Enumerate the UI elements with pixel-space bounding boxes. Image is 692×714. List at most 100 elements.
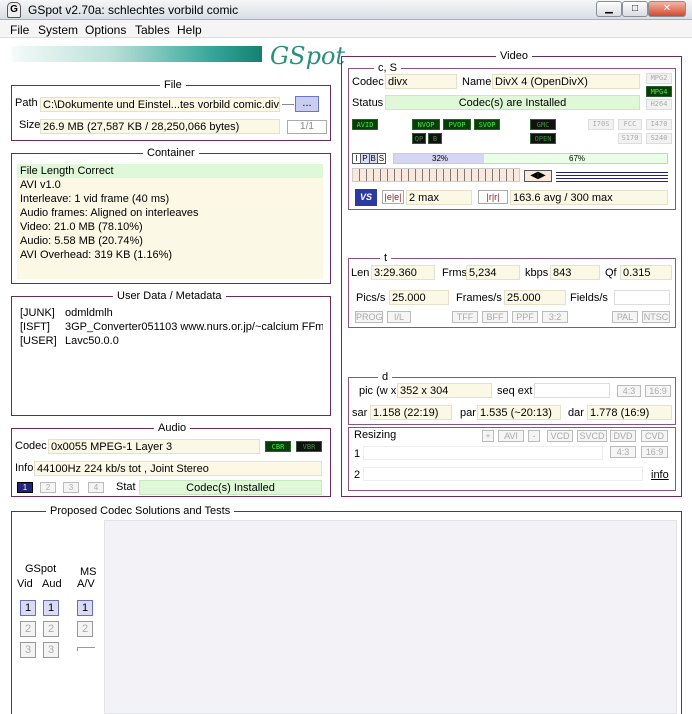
frame-type-p: P <box>361 154 370 163</box>
flag-b: B <box>428 133 442 144</box>
flag-pvop: PVOP <box>443 119 471 130</box>
ppf-button[interactable]: PPF <box>512 311 538 323</box>
audio-info-field: 44100Hz 224 kb/s tot , Joint Stereo <box>34 461 322 476</box>
fields-field <box>614 290 670 305</box>
resize-cvd-button[interactable]: CVD <box>641 430 668 442</box>
resize-dvd-button[interactable]: DVD <box>610 430 636 442</box>
gspot-logo: GSpot <box>270 42 346 70</box>
len-field: 3:29.360 <box>371 265 435 280</box>
userdata-list[interactable]: [JUNK] odmldmlh [ISFT] 3GP_Converter051103… <box>17 306 323 410</box>
bff-button[interactable]: BFF <box>482 311 508 323</box>
logo-gradient-bar <box>12 46 262 62</box>
sar-label: sar <box>352 407 368 419</box>
video-codec-field: divx <box>385 74 457 89</box>
info-link[interactable]: info <box>651 469 669 481</box>
codec-subpanel-title: c, S <box>374 62 401 74</box>
menu-system[interactable]: System <box>38 23 78 37</box>
vid-test-1-button[interactable]: 1 <box>20 600 36 616</box>
frame-type-s: S <box>378 154 385 163</box>
audio-stream-tab-1[interactable]: 1 <box>17 482 33 493</box>
aud-test-2-button[interactable]: 2 <box>43 621 59 637</box>
interlaced-button[interactable]: I/L <box>387 311 411 323</box>
maximize-button[interactable]: □ <box>622 1 648 17</box>
vbr-indicator: VBR <box>296 441 322 452</box>
frms-field: 5,234 <box>466 265 520 280</box>
container-info-box: File Length Correct AVI v1.0 Interleave:… <box>17 164 323 279</box>
close-button[interactable]: ✕ <box>648 1 686 17</box>
sar-field: 1.158 (22:19) <box>370 405 452 420</box>
vid-test-3-button[interactable]: 3 <box>20 642 36 658</box>
dims-ar-4-3[interactable]: 4:3 <box>617 385 641 397</box>
resize-minus-button[interactable]: - <box>528 430 540 442</box>
qf-field: 0.315 <box>620 265 672 280</box>
container-panel-title: Container <box>143 147 199 159</box>
menu-bar: File System Options Tables Help <box>0 20 692 38</box>
ntsc-button[interactable]: NTSC <box>642 311 670 323</box>
par-label: par <box>460 407 476 419</box>
audio-stream-tab-2[interactable]: 2 <box>40 482 56 493</box>
vid-col-label: Vid <box>17 578 33 590</box>
resize-ar-4-3[interactable]: 4:3 <box>610 446 636 458</box>
ms-test-1-button[interactable]: 1 <box>77 600 93 616</box>
frame-type-indicators: I P B S <box>352 153 386 164</box>
dims-ar-16-9[interactable]: 16:9 <box>645 385 671 397</box>
frame-scroll-icon[interactable]: ◀▶ <box>524 170 552 182</box>
frame-ratio-b-pct: 67% <box>569 154 586 163</box>
bitrate-icon: |r|r| <box>478 190 508 204</box>
aud-test-3-button[interactable]: 3 <box>43 642 59 658</box>
menu-file[interactable]: File <box>10 23 29 37</box>
ms-test-3-placeholder <box>77 647 95 651</box>
fmt-mpg2: MPG2 <box>646 73 672 84</box>
frames-field: 25.000 <box>504 290 566 305</box>
userdata-value: 3GP_Converter051103 www.nurs.or.jp/~calc… <box>65 321 323 333</box>
audio-stream-tab-4[interactable]: 4 <box>88 482 104 493</box>
len-label: Len <box>351 267 370 279</box>
resize-svcd-button[interactable]: SVCD <box>577 430 607 442</box>
fields-label: Fields/s <box>570 292 608 304</box>
window-title: GSpot v2.70a: schlechtes vorbild comic <box>28 3 239 17</box>
path-dash <box>282 104 294 105</box>
flag-fcc: FCC <box>618 119 642 130</box>
frame-type-i: I <box>353 154 362 163</box>
path-field[interactable]: C:\Dokumente und Einstel...tes vorbild c… <box>40 97 280 112</box>
resize-avi-button[interactable]: AVI <box>498 430 524 442</box>
resize-vcd-button[interactable]: VCD <box>547 430 573 442</box>
menu-help[interactable]: Help <box>177 23 202 37</box>
vfw-icon: VS <box>355 189 377 206</box>
userdata-key: [JUNK] <box>20 307 55 319</box>
flag-gmc: GMC <box>530 119 556 130</box>
file-panel-title: File <box>160 79 186 91</box>
ms-col-label: MS <box>80 566 97 578</box>
resize-plus-button[interactable]: + <box>482 430 494 442</box>
flag-open: OPEN <box>530 133 556 144</box>
browse-button[interactable]: ... <box>295 96 319 112</box>
vid-test-2-button[interactable]: 2 <box>20 621 36 637</box>
pics-label: Pics/s <box>356 292 386 304</box>
audio-panel-title: Audio <box>154 422 191 434</box>
timing-subpanel-title: t <box>380 252 392 264</box>
menu-options[interactable]: Options <box>85 23 126 37</box>
frame-tick-strip <box>352 168 520 182</box>
aud-test-1-button[interactable]: 1 <box>43 600 59 616</box>
pal-button[interactable]: PAL <box>612 311 638 323</box>
ms-test-2-button[interactable]: 2 <box>77 621 93 637</box>
menu-tables[interactable]: Tables <box>135 23 170 37</box>
tff-button[interactable]: TFF <box>452 311 478 323</box>
gspot-col-label: GSpot <box>25 563 57 575</box>
userdata-value: Lavc50.0.0 <box>65 335 119 347</box>
audio-stream-tab-3[interactable]: 3 <box>63 482 79 493</box>
pic-field: 352 x 304 <box>397 383 492 398</box>
title-bar[interactable]: G GSpot v2.70a: schlechtes vorbild comic… <box>0 0 692 20</box>
size-label: Size <box>19 119 41 131</box>
minimize-button[interactable]: ▁ <box>596 1 622 17</box>
container-line: File Length Correct <box>17 164 323 178</box>
pulldown-button[interactable]: 3:2 <box>542 311 568 323</box>
cbr-indicator: CBR <box>265 441 291 452</box>
app-icon[interactable]: G <box>7 2 21 18</box>
page-indicator: 1/1 <box>287 120 327 134</box>
pics-field: 25.000 <box>389 290 449 305</box>
prog-button[interactable]: PROG <box>355 311 383 323</box>
resize-ar-16-9[interactable]: 16:9 <box>641 446 668 458</box>
container-line: AVI v1.0 <box>20 179 61 191</box>
container-line: AVI Overhead: 319 KB (1.16%) <box>20 249 173 261</box>
